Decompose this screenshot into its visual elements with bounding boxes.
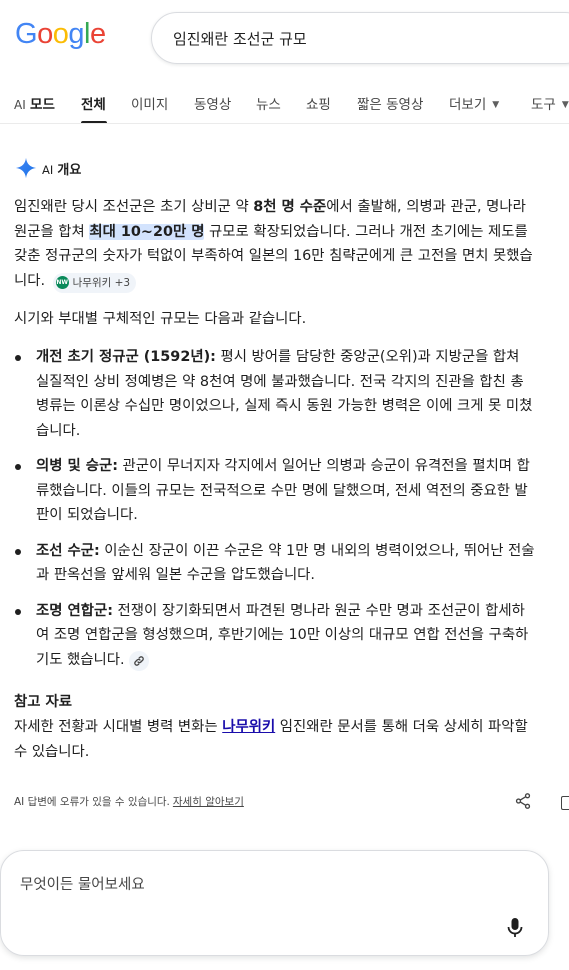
source-chip[interactable]: NW 나무위키 +3 bbox=[52, 272, 137, 293]
chevron-down-icon: ▼ bbox=[492, 100, 500, 110]
tab-ai-mode-prefix: AI bbox=[14, 98, 26, 112]
chevron-down-icon: ▼ bbox=[561, 100, 569, 110]
divider bbox=[0, 123, 569, 124]
ai-overview-title: AI 개요 bbox=[42, 159, 81, 178]
disclaimer-text: AI 답변에 오류가 있을 수 있습니다. bbox=[14, 796, 170, 808]
search-input[interactable]: 임진왜란 조선군 규모 bbox=[151, 12, 569, 64]
list-item-title: 개전 초기 정규군 (1592년): bbox=[36, 349, 216, 365]
tab-ai-mode[interactable]: AI 모드 bbox=[14, 93, 55, 113]
tab-all[interactable]: 전체 bbox=[81, 93, 106, 113]
ai-disclaimer: AI 답변에 오류가 있을 수 있습니다. 자세히 알아보기 bbox=[14, 794, 244, 809]
learn-more-link[interactable]: 자세히 알아보기 bbox=[173, 796, 244, 808]
ask-placeholder: 무엇이든 물어보세요 bbox=[20, 877, 145, 893]
detail-list: 개전 초기 정규군 (1592년): 평시 방어를 담당한 중앙군(오위)과 지… bbox=[14, 345, 536, 683]
list-item: 조선 수군: 이순신 장군이 이끈 수군은 약 1만 명 내외의 병력이었으나,… bbox=[14, 539, 536, 588]
google-logo[interactable]: Google bbox=[15, 18, 106, 52]
list-item: 개전 초기 정규군 (1592년): 평시 방어를 담당한 중앙군(오위)과 지… bbox=[14, 345, 536, 443]
tab-short-videos[interactable]: 짧은 동영상 bbox=[357, 93, 423, 113]
tab-more[interactable]: 더보기 ▼ bbox=[449, 93, 499, 113]
link-icon bbox=[133, 655, 144, 666]
reference-body: 자세한 전황과 시대별 병력 변화는 나무위키 임진왜란 문서를 통해 더욱 상… bbox=[14, 715, 536, 764]
detail-intro: 시기와 부대별 구체적인 규모는 다음과 같습니다. bbox=[14, 311, 307, 327]
namuwiki-favicon: NW bbox=[55, 276, 69, 290]
ai-overview-label: 개요 bbox=[57, 162, 82, 178]
tab-videos[interactable]: 동영상 bbox=[194, 93, 231, 113]
reference-text-a: 자세한 전황과 시대별 병력 변화는 bbox=[14, 719, 223, 735]
tab-shopping[interactable]: 쇼핑 bbox=[306, 93, 331, 113]
ai-overview-header: AI 개요 bbox=[15, 157, 81, 179]
search-tabs: AI 모드 전체 이미지 동영상 뉴스 쇼핑 짧은 동영상 더보기 ▼ 도구 ▼ bbox=[0, 88, 569, 124]
search-query: 임진왜란 조선군 규모 bbox=[173, 29, 307, 48]
sparkle-icon bbox=[15, 157, 37, 179]
source-chip-label: 나무위키 +3 bbox=[72, 276, 131, 289]
ai-overview-prefix: AI bbox=[42, 162, 54, 177]
tab-images[interactable]: 이미지 bbox=[131, 93, 168, 113]
tab-more-label: 더보기 bbox=[449, 97, 487, 113]
ai-overview-summary: 임진왜란 당시 조선군은 초기 상비군 약 8천 명 수준에서 출발해, 의병과… bbox=[14, 195, 536, 293]
mic-icon[interactable] bbox=[506, 917, 524, 939]
ask-input[interactable]: 무엇이든 물어보세요 bbox=[0, 850, 549, 956]
list-item-text: 이순신 장군이 이끈 수군은 약 1만 명 내외의 병력이었으나, 뛰어난 전술… bbox=[36, 542, 535, 584]
summary-highlight-value: 10~20만 명 bbox=[120, 223, 205, 240]
share-icon[interactable] bbox=[514, 792, 532, 810]
tab-tools-label: 도구 bbox=[531, 97, 556, 113]
summary-emphasis: 8천 명 수준 bbox=[253, 199, 327, 215]
namuwiki-link[interactable]: 나무위키 bbox=[222, 719, 275, 735]
feedback-icon[interactable] bbox=[561, 796, 569, 810]
list-item-title: 조명 연합군: bbox=[36, 602, 113, 619]
tab-news[interactable]: 뉴스 bbox=[256, 93, 281, 113]
summary-highlight: 최대 10~20만 명 bbox=[89, 223, 205, 240]
list-item-title: 의병 및 승군: bbox=[36, 458, 118, 474]
tab-ai-mode-label: 모드 bbox=[30, 97, 55, 113]
summary-highlight-prefix: 최대 bbox=[89, 223, 121, 240]
summary-text-a: 임진왜란 당시 조선군은 초기 상비군 약 bbox=[14, 199, 254, 215]
tab-tools[interactable]: 도구 ▼ bbox=[531, 93, 569, 113]
reference-title: 참고 자료 bbox=[14, 694, 72, 710]
list-item: 의병 및 승군: 관군이 무너지자 각지에서 일어난 의병과 승군이 유격전을 … bbox=[14, 454, 536, 528]
list-item-title: 조선 수군: bbox=[36, 542, 100, 559]
list-item: 조명 연합군: 전쟁이 장기화되면서 파견된 명나라 원군 수만 명과 조선군이… bbox=[14, 599, 536, 673]
link-chip[interactable] bbox=[128, 650, 149, 671]
